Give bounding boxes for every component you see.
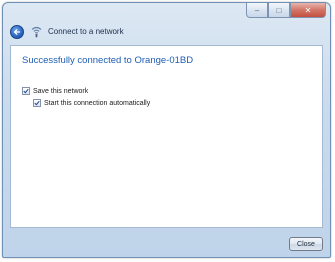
content-panel [10, 45, 323, 228]
save-network-label: Save this network [33, 87, 89, 95]
maximize-button[interactable]: □ [268, 3, 290, 18]
wireless-network-icon [31, 26, 42, 38]
caption-buttons: – □ ✕ [246, 3, 326, 19]
back-arrow-icon [13, 29, 21, 35]
auto-connect-label: Start this connection automatically [44, 99, 151, 107]
window-title: Connect to a network [48, 27, 124, 36]
save-network-checkbox[interactable] [22, 87, 30, 95]
close-icon: ✕ [304, 5, 312, 15]
minimize-icon: – [254, 5, 260, 15]
title-bar: – □ ✕ Connect to a network [3, 3, 330, 45]
auto-connect-checkbox[interactable] [33, 99, 41, 107]
window-close-button[interactable]: ✕ [290, 3, 326, 18]
minimize-button[interactable]: – [246, 3, 268, 18]
connection-status-heading: Successfully connected to Orange-01BD [22, 55, 194, 66]
save-network-option[interactable]: Save this network [22, 87, 88, 95]
close-button[interactable]: Close [289, 237, 323, 251]
dialog-footer: Close [3, 229, 330, 257]
back-button[interactable] [10, 25, 24, 39]
auto-connect-option[interactable]: Start this connection automatically [33, 99, 150, 107]
checkmark-icon [23, 88, 29, 94]
maximize-icon: □ [276, 5, 282, 15]
checkmark-icon [34, 100, 40, 106]
connect-dialog-window: – □ ✕ Connect to a network Close [2, 2, 331, 258]
